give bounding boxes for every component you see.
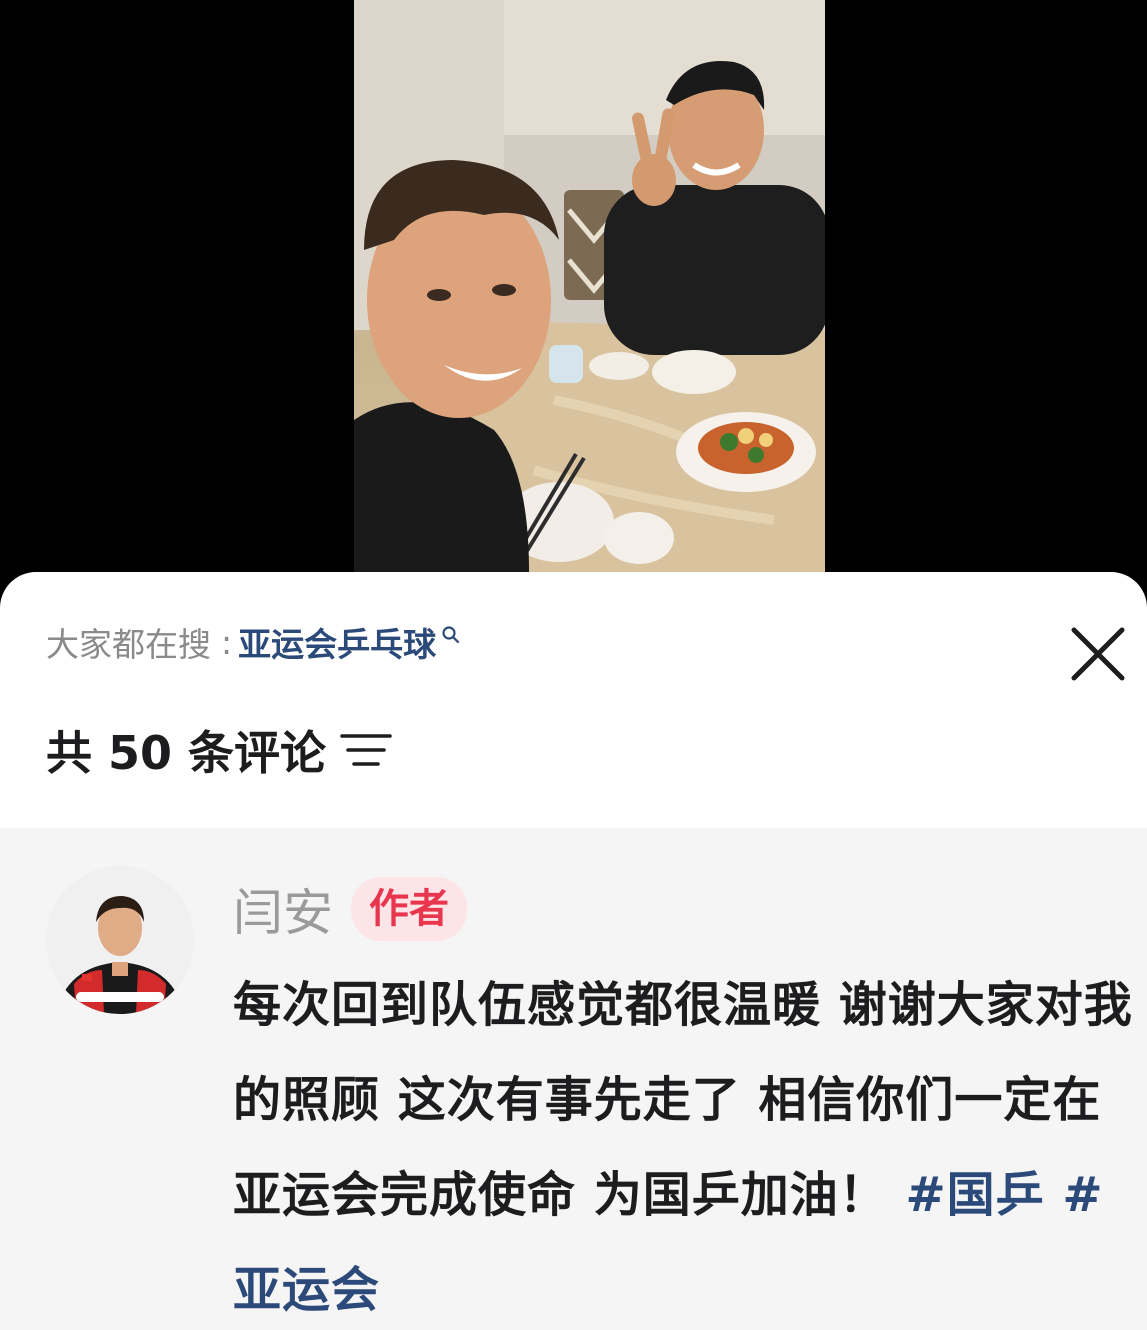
comment-sheet: 大家都在搜 : 亚运会乒乓球 共 50 条评论 闫安 作者 每次回到队伍感觉都很… [0,572,1147,1330]
hot-search-label: 大家都在搜 [46,625,211,664]
video-player[interactable] [0,0,1147,600]
close-icon[interactable] [1068,624,1128,684]
hot-search-bar[interactable]: 大家都在搜 : 亚运会乒乓球 [46,620,462,664]
comment-item: 闫安 作者 每次回到队伍感觉都很温暖 谢谢大家对我的照顾 这次有事先走了 相信你… [0,828,1147,1330]
avatar-image [46,866,194,1014]
hashtag-link[interactable]: #国乒 [905,1167,1044,1223]
hot-search-term[interactable]: 亚运会乒乓球 [238,618,436,666]
author-badge: 作者 [351,877,467,941]
hot-search-colon: : [221,622,233,662]
photo-illustration [354,0,825,572]
comment-author-row: 闫安 作者 [233,876,467,942]
video-frame-photo [354,0,825,572]
author-name[interactable]: 闫安 [233,873,333,945]
comments-header: 共 50 条评论 [46,720,394,780]
search-icon [442,626,460,644]
comment-body[interactable]: 每次回到队伍感觉都很温暖 谢谢大家对我的照顾 这次有事先走了 相信你们一定在亚运… [233,958,1133,1330]
sort-filter-icon[interactable] [340,730,394,770]
comments-count-title: 共 50 条评论 [46,726,327,780]
avatar[interactable] [46,866,194,1014]
